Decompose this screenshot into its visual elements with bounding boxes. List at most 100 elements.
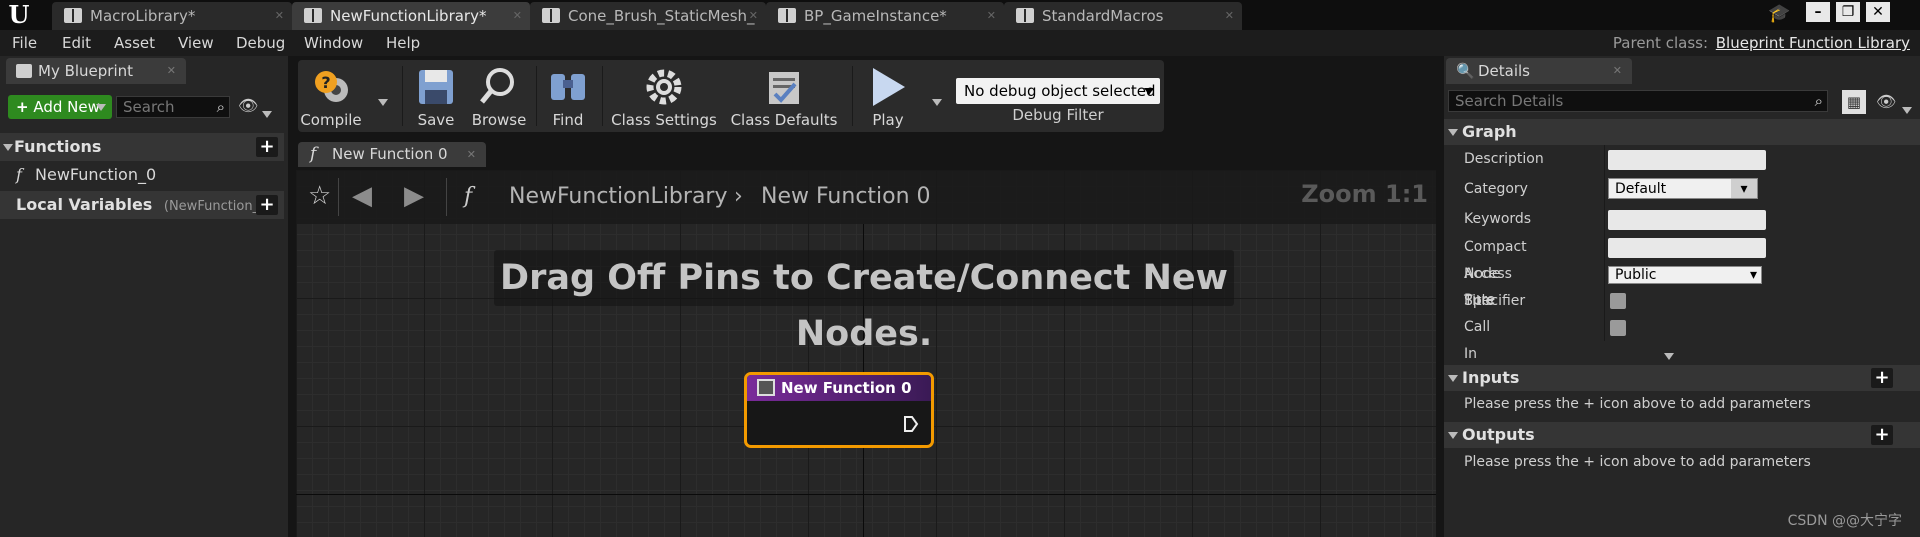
category-select[interactable]: Default ▾ bbox=[1608, 178, 1758, 199]
browse-button[interactable]: Browse bbox=[468, 60, 530, 132]
blueprint-search-input[interactable]: Search ⌕ bbox=[116, 96, 230, 118]
chevron-down-icon bbox=[262, 104, 272, 122]
close-icon[interactable]: ✕ bbox=[749, 2, 758, 30]
star-icon[interactable]: ☆ bbox=[308, 183, 331, 209]
collapse-icon bbox=[3, 144, 13, 151]
advanced-expand-icon[interactable] bbox=[1664, 346, 1674, 364]
browse-label: Browse bbox=[471, 111, 527, 129]
tab-label: Cone_Brush_StaticMesh_ bbox=[568, 7, 755, 25]
graph-section-label: Graph bbox=[1462, 122, 1517, 141]
tab-label: StandardMacros bbox=[1042, 7, 1164, 25]
call-in-editor-checkbox[interactable] bbox=[1610, 320, 1626, 336]
blueprint-book-icon bbox=[778, 8, 796, 23]
grid-view-icon[interactable]: ▦ bbox=[1842, 90, 1866, 114]
add-output-button[interactable]: + bbox=[1871, 425, 1893, 445]
outputs-section-header[interactable]: Outputs bbox=[1444, 422, 1920, 448]
graph-tab[interactable]: f New Function 0 ✕ bbox=[298, 142, 486, 167]
compile-options-dropdown[interactable] bbox=[378, 92, 388, 110]
functions-header-label: Functions bbox=[14, 137, 102, 156]
save-disk-icon bbox=[419, 70, 453, 104]
exec-pin-icon[interactable] bbox=[903, 415, 919, 433]
close-icon[interactable]: ✕ bbox=[1225, 2, 1234, 30]
play-options-dropdown[interactable] bbox=[932, 92, 942, 110]
breadcrumb-root[interactable]: NewFunctionLibrary bbox=[509, 184, 728, 209]
close-icon[interactable]: ✕ bbox=[1613, 58, 1622, 84]
close-icon[interactable]: ✕ bbox=[987, 2, 996, 30]
functions-header[interactable]: Functions bbox=[0, 133, 284, 161]
save-button[interactable]: Save bbox=[408, 60, 464, 132]
add-variable-button[interactable]: + bbox=[256, 195, 278, 215]
menu-file[interactable]: File bbox=[6, 30, 43, 56]
my-blueprint-tab[interactable]: My Blueprint ✕ bbox=[6, 58, 186, 84]
function-entry-icon bbox=[757, 379, 775, 396]
back-arrow-icon[interactable]: ◀ bbox=[352, 183, 372, 209]
access-specifier-select[interactable]: Public ▾ bbox=[1608, 266, 1762, 284]
details-search-input[interactable]: Search Details ⌕ bbox=[1448, 90, 1828, 112]
tab-label: BP_GameInstance* bbox=[804, 7, 947, 25]
tab-bp-game-instance[interactable]: BP_GameInstance* ✕ bbox=[766, 2, 1004, 30]
pure-label: Pure bbox=[1464, 292, 1496, 308]
graduation-cap-icon[interactable]: 🎓 bbox=[1768, 4, 1790, 24]
debug-object-select[interactable]: No debug object selected bbox=[956, 78, 1160, 104]
maximize-button[interactable]: ❐ bbox=[1836, 2, 1860, 22]
play-icon bbox=[873, 68, 905, 106]
menu-edit[interactable]: Edit bbox=[56, 30, 97, 56]
pure-checkbox[interactable] bbox=[1610, 293, 1626, 309]
add-new-label: Add New bbox=[33, 98, 100, 116]
tab-macro-library[interactable]: MacroLibrary* ✕ bbox=[52, 2, 292, 30]
find-button[interactable]: Find bbox=[540, 60, 596, 132]
graph-section-header[interactable]: Graph bbox=[1444, 119, 1920, 145]
class-defaults-label: Class Defaults bbox=[730, 111, 838, 129]
close-icon[interactable]: ✕ bbox=[167, 58, 176, 84]
description-label: Description bbox=[1464, 151, 1544, 167]
compile-button[interactable]: ? Compile bbox=[298, 60, 364, 132]
class-defaults-button[interactable]: Class Defaults bbox=[728, 60, 840, 132]
menu-asset[interactable]: Asset bbox=[108, 30, 161, 56]
magnifier-icon bbox=[480, 68, 514, 104]
toolbar-separator bbox=[852, 66, 853, 126]
close-icon[interactable]: ✕ bbox=[275, 2, 284, 30]
toolbar-separator bbox=[536, 66, 537, 126]
menu-view[interactable]: View bbox=[172, 30, 220, 56]
function-list-item[interactable]: f NewFunction_0 bbox=[16, 163, 156, 187]
svg-text:?: ? bbox=[321, 73, 330, 92]
menu-window[interactable]: Window bbox=[298, 30, 369, 56]
close-window-button[interactable]: ✕ bbox=[1866, 2, 1890, 22]
class-settings-button[interactable]: Class Settings bbox=[608, 60, 720, 132]
access-value: Public bbox=[1615, 267, 1657, 283]
add-new-button[interactable]: + Add New bbox=[8, 95, 112, 119]
description-field[interactable] bbox=[1608, 150, 1766, 170]
menu-debug[interactable]: Debug bbox=[230, 30, 291, 56]
compile-gear-icon: ? bbox=[315, 71, 348, 102]
tab-cone-brush[interactable]: Cone_Brush_StaticMesh_ ✕ bbox=[530, 2, 766, 30]
header-separator bbox=[446, 178, 447, 216]
menu-help[interactable]: Help bbox=[380, 30, 426, 56]
parent-class-link[interactable]: Blueprint Function Library bbox=[1716, 30, 1910, 56]
graph-canvas[interactable]: ☆ ◀ ▶ f NewFunctionLibrary › New Functio… bbox=[296, 170, 1436, 537]
chevron-down-icon: ▾ bbox=[1731, 179, 1757, 198]
details-tab[interactable]: 🔍 Details ✕ bbox=[1446, 58, 1632, 84]
zoom-level: Zoom 1:1 bbox=[1301, 180, 1428, 208]
graph-hint: Drag Off Pins to Create/Connect New Node… bbox=[494, 250, 1234, 354]
eye-icon[interactable]: 👁 bbox=[238, 96, 258, 115]
add-input-button[interactable]: + bbox=[1871, 368, 1893, 388]
add-function-button[interactable]: + bbox=[256, 137, 278, 157]
tab-new-function-library[interactable]: NewFunctionLibrary* ✕ bbox=[292, 2, 530, 30]
compact-node-title-field[interactable] bbox=[1608, 238, 1766, 258]
local-variables-header[interactable]: Local Variables (NewFunction_0) bbox=[0, 191, 284, 219]
tab-standard-macros[interactable]: StandardMacros ✕ bbox=[1004, 2, 1242, 30]
search-placeholder: Search bbox=[123, 98, 175, 116]
forward-arrow-icon[interactable]: ▶ bbox=[404, 183, 424, 209]
inputs-section-header[interactable]: Inputs bbox=[1444, 365, 1920, 391]
breadcrumb-current: New Function 0 bbox=[761, 184, 931, 209]
function-icon: f bbox=[310, 144, 317, 164]
keywords-field[interactable] bbox=[1608, 210, 1766, 230]
minimize-button[interactable]: – bbox=[1806, 2, 1830, 22]
function-entry-node[interactable]: New Function 0 bbox=[744, 372, 934, 448]
details-tab-label: Details bbox=[1478, 62, 1531, 80]
close-icon[interactable]: ✕ bbox=[467, 142, 476, 167]
close-icon[interactable]: ✕ bbox=[513, 2, 522, 30]
play-button[interactable]: Play bbox=[858, 60, 918, 132]
eye-icon[interactable]: 👁 bbox=[1876, 92, 1896, 111]
tab-label: MacroLibrary* bbox=[90, 7, 196, 25]
